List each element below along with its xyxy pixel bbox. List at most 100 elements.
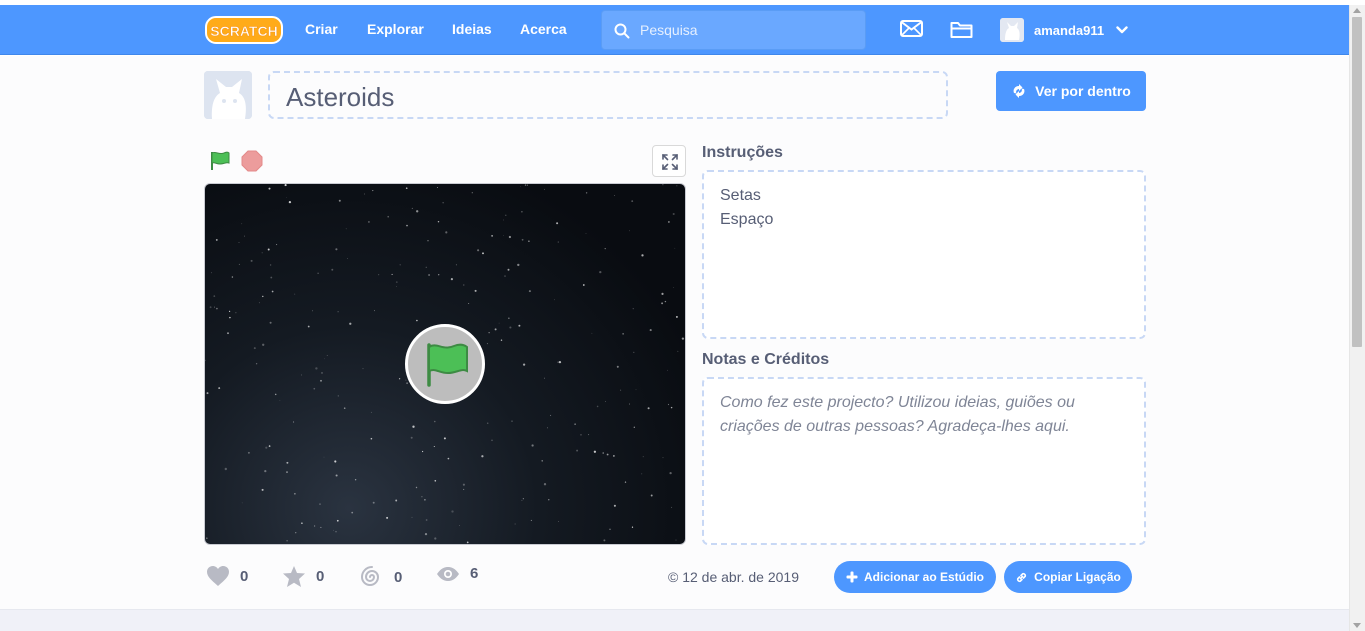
star-dot	[321, 372, 323, 374]
love-stat[interactable]: 0	[206, 565, 248, 587]
star-dot	[474, 289, 477, 292]
star-dot	[498, 322, 500, 324]
project-title: Asteroids	[286, 82, 395, 112]
scroll-up-arrow-icon[interactable]	[1353, 8, 1361, 13]
project-author-avatar[interactable]	[204, 71, 252, 119]
scrollbar-thumb[interactable]	[1352, 17, 1362, 347]
star-dot	[433, 445, 435, 448]
star-dot	[215, 238, 218, 241]
star-dot	[633, 351, 635, 354]
star-dot	[206, 392, 209, 395]
star-dot	[650, 494, 653, 497]
star-dot	[231, 276, 234, 278]
star-dot	[333, 529, 334, 531]
star-dot	[238, 242, 240, 243]
favorite-stat[interactable]: 0	[282, 565, 324, 588]
star-dot	[372, 190, 374, 192]
stop-button[interactable]	[241, 150, 263, 177]
star-dot	[258, 302, 260, 304]
star-dot	[250, 259, 253, 262]
nav-link-create[interactable]: Criar	[305, 21, 338, 37]
star-dot	[370, 437, 373, 440]
scroll-down-arrow-icon[interactable]	[1353, 623, 1361, 628]
star-dot	[544, 188, 546, 190]
star-dot	[343, 407, 346, 409]
star-dot	[631, 200, 634, 202]
scratch-logo[interactable]: SCRATCH	[205, 14, 283, 46]
star-dot	[313, 525, 316, 527]
star-dot	[391, 273, 393, 275]
star-dot	[649, 329, 652, 332]
my-stuff-folder-icon[interactable]	[950, 19, 973, 44]
copy-link-label: Copiar Ligação	[1034, 570, 1121, 584]
star-dot	[593, 450, 597, 453]
star-dot	[416, 210, 419, 213]
user-menu[interactable]: amanda911	[1000, 18, 1128, 42]
star-dot	[554, 299, 555, 301]
star-dot	[518, 324, 521, 327]
nav-link-about[interactable]: Acerca	[520, 21, 567, 37]
star-dot	[270, 276, 273, 279]
star-dot	[313, 387, 316, 390]
green-flag-button[interactable]	[209, 150, 231, 177]
add-to-studio-button[interactable]: Adicionar ao Estúdio	[834, 561, 996, 593]
fullscreen-button[interactable]	[652, 145, 686, 177]
star-dot	[323, 456, 325, 458]
star-dot	[265, 446, 268, 449]
star-dot	[677, 350, 679, 352]
star-dot	[669, 471, 672, 475]
star-dot	[213, 306, 215, 308]
see-inside-button[interactable]: Ver por dentro	[996, 71, 1146, 111]
star-dot	[307, 325, 310, 328]
star-dot	[585, 192, 588, 194]
star-dot	[604, 247, 606, 250]
star-dot	[544, 377, 545, 379]
star-dot	[434, 479, 437, 482]
heart-icon	[207, 566, 229, 586]
notes-credits-field[interactable]: Como fez este projecto? Utilizou ideias,…	[702, 377, 1146, 545]
vertical-scrollbar[interactable]	[1349, 5, 1365, 631]
star-dot	[543, 483, 547, 486]
star-dot	[335, 248, 338, 251]
star-dot	[286, 471, 288, 473]
instructions-field[interactable]: Setas Espaço	[702, 170, 1146, 339]
star-dot	[372, 501, 375, 504]
star-dot	[614, 194, 615, 196]
star-dot	[632, 308, 634, 310]
star-dot	[428, 274, 431, 276]
star-dot	[585, 233, 587, 234]
star-dot	[363, 193, 365, 195]
star-dot	[675, 315, 678, 318]
search-input[interactable]	[640, 19, 850, 41]
star-dot	[603, 539, 606, 542]
project-title-field[interactable]: Asteroids	[268, 71, 948, 119]
star-dot	[676, 185, 678, 187]
views-stat: 6	[436, 565, 478, 582]
star-dot	[247, 451, 250, 454]
star-dot	[466, 541, 469, 544]
star-dot	[406, 382, 408, 385]
star-dot	[616, 365, 619, 368]
star-dot	[399, 264, 401, 266]
username-label: amanda911	[1034, 22, 1105, 38]
nav-link-ideas[interactable]: Ideias	[452, 21, 492, 37]
copy-link-button[interactable]: Copiar Ligação	[1004, 561, 1132, 593]
nav-link-explore[interactable]: Explorar	[367, 21, 424, 37]
star-dot	[494, 328, 497, 331]
star-dot	[596, 405, 599, 408]
star-dot	[416, 319, 418, 322]
project-stage[interactable]	[204, 183, 686, 545]
star-dot	[216, 307, 218, 310]
remix-spiral-icon	[360, 566, 380, 586]
star-dot	[613, 504, 616, 507]
stage-start-overlay[interactable]	[405, 324, 485, 404]
star-dot	[238, 263, 240, 265]
star-dot	[425, 266, 427, 268]
star-dot	[294, 493, 296, 495]
star-dot	[374, 310, 375, 312]
star-dot	[395, 281, 398, 283]
star-dot	[255, 363, 258, 365]
messages-icon[interactable]	[900, 19, 923, 44]
star-dot	[521, 210, 523, 213]
star-dot	[424, 498, 426, 501]
